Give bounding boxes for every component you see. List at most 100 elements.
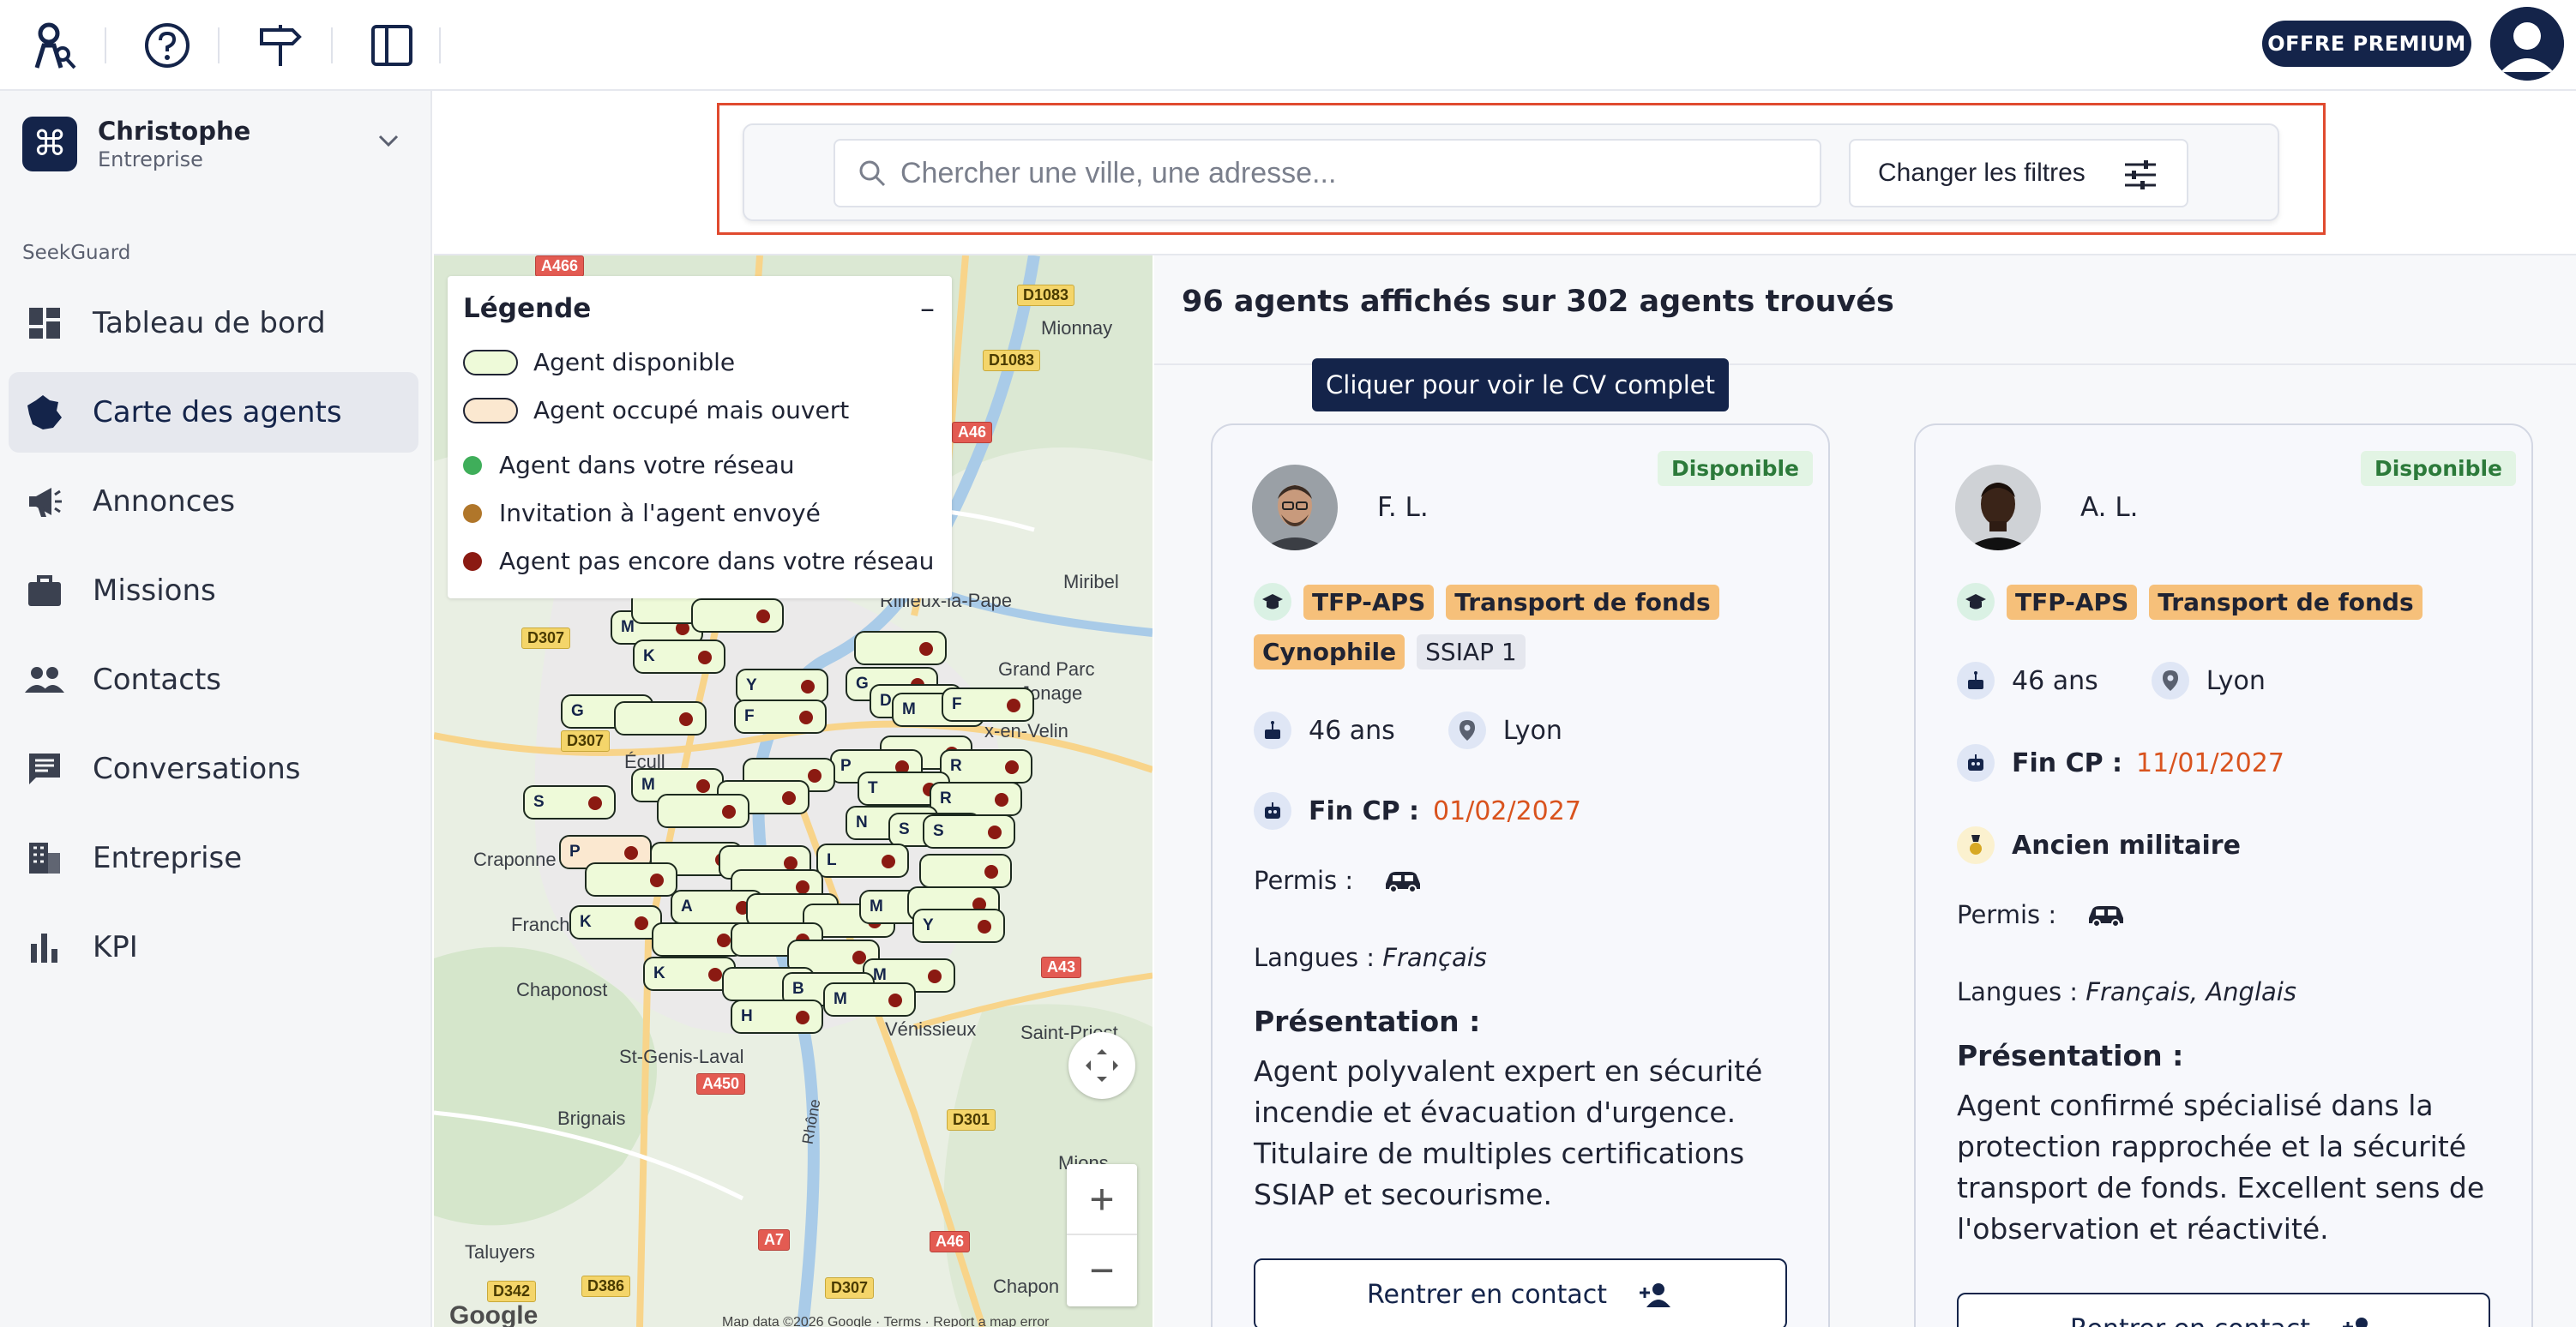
change-filters-button[interactable]: Changer les filtres (1849, 139, 2188, 207)
sidebar-item-contacts[interactable]: Contacts (9, 639, 418, 720)
sidebar-toggle-icon[interactable] (362, 15, 422, 75)
presentation-title: Présentation : (1957, 1039, 2184, 1072)
sidebar-item-kpi[interactable]: KPI (9, 907, 418, 988)
age-row: 46 ans Lyon (1957, 662, 2266, 700)
languages-value: Français, Anglais (2085, 977, 2296, 1006)
legend-item-in-network: Agent dans votre réseau (463, 451, 795, 479)
fullscreen-button[interactable] (1068, 1032, 1135, 1099)
location-pin-icon (2151, 662, 2189, 700)
contact-label: Rentrer en contact (2070, 1314, 2310, 1327)
contact-agent-button[interactable]: Rentrer en contact (1254, 1258, 1787, 1327)
agent-card[interactable]: A. L. Disponible TFP-APS Transport de fo… (1914, 423, 2533, 1327)
tag: Transport de fonds (2149, 584, 2423, 620)
agent-marker[interactable]: M (823, 982, 916, 1017)
road-label: A43 (1041, 957, 1082, 978)
sidebar-item-dashboard[interactable]: Tableau de bord (9, 283, 418, 363)
tag: SSIAP 1 (1417, 634, 1526, 670)
agent-marker[interactable]: H (731, 1000, 823, 1034)
tune-filters-icon (2125, 160, 2156, 189)
agent-marker[interactable]: Y (912, 909, 1005, 943)
agent-marker[interactable]: L (816, 844, 909, 878)
toolbar-divider (105, 27, 106, 63)
sidebar-item-label: Tableau de bord (93, 306, 326, 340)
agent-marker[interactable] (854, 631, 947, 665)
tag: TFP-APS (1303, 584, 1435, 620)
results-header: 96 agents affichés sur 302 agents trouvé… (1154, 255, 2576, 365)
car-icon (2089, 906, 2124, 927)
premium-offer-button[interactable]: OFFRE PREMIUM (2262, 21, 2471, 67)
legend-label: Agent disponible (533, 348, 736, 376)
agent-marker[interactable] (919, 854, 1012, 888)
legend-title: Légende (463, 293, 592, 324)
languages-label: Langues : (1957, 977, 2079, 1006)
road-label: D386 (581, 1276, 631, 1297)
agent-marker[interactable] (614, 701, 707, 736)
place-label: St-Genis-Laval (619, 1046, 744, 1067)
road-label: D307 (825, 1277, 875, 1299)
agent-card[interactable]: F. L. Disponible TFP-APS Transport de fo… (1211, 423, 1830, 1327)
org-name: Christophe (98, 117, 251, 146)
medal-icon (1957, 826, 1995, 864)
legend-label: Agent occupé mais ouvert (533, 396, 850, 424)
signpost-icon[interactable] (250, 15, 310, 75)
agent-marker[interactable]: K (569, 905, 662, 940)
map-attribution[interactable]: Map data ©2026 Google · Terms · Report a… (722, 1315, 1049, 1327)
bar-chart-icon (24, 927, 65, 968)
road-label: D307 (561, 730, 611, 752)
search-box[interactable] (834, 139, 1821, 207)
agent-age: 46 ans (1309, 715, 1395, 746)
fin-cp-row: Fin CP : 11/01/2027 (1957, 744, 2284, 782)
sidebar-item-conversations[interactable]: Conversations (9, 729, 418, 809)
languages-row: Langues : Français, Anglais (1957, 977, 2296, 1006)
chevron-down-icon[interactable] (377, 134, 400, 151)
place-label: Taluyers (465, 1241, 535, 1263)
zoom-out-button[interactable]: − (1067, 1235, 1137, 1306)
agent-marker[interactable]: Y (736, 669, 828, 703)
sidebar-item-label: Contacts (93, 663, 221, 697)
top-bar: OFFRE PREMIUM (0, 0, 2576, 91)
legend-label: Agent pas encore dans votre réseau (499, 547, 935, 575)
road-label: A466 (535, 255, 585, 277)
agent-key-logo-icon[interactable] (24, 15, 84, 75)
sidebar-item-label: Entreprise (93, 841, 243, 875)
agent-marker[interactable]: R (940, 749, 1032, 784)
user-avatar[interactable] (2490, 7, 2564, 81)
agent-marker[interactable] (657, 794, 749, 828)
red-dot-icon (463, 551, 482, 571)
legend-collapse-button[interactable]: – (920, 291, 935, 326)
place-label: Chapon (993, 1276, 1060, 1297)
tag: TFP-APS (2007, 584, 2138, 620)
robot-icon (1254, 792, 1291, 830)
presentation-text: Agent polyvalent expert en sécurité ince… (1254, 1054, 1763, 1211)
agent-marker[interactable] (691, 598, 784, 633)
busy-swatch (463, 397, 518, 423)
road-label: A46 (952, 422, 993, 443)
permis-row: Permis : (1254, 866, 1423, 895)
agent-marker[interactable] (585, 862, 677, 897)
results-panel: 96 agents affichés sur 302 agents trouvé… (1154, 255, 2576, 1327)
legend-item-invited: Invitation à l'agent envoyé (463, 499, 821, 527)
agent-marker[interactable]: F (942, 688, 1034, 722)
search-input[interactable] (900, 156, 1809, 190)
sidebar-item-company[interactable]: Entreprise (9, 818, 418, 898)
sidebar-item-missions[interactable]: Missions (9, 550, 418, 631)
results-count: 96 agents affichés sur 302 agents trouvé… (1182, 285, 1894, 319)
help-icon[interactable] (137, 15, 197, 75)
agent-marker[interactable]: S (523, 785, 616, 820)
agent-marker[interactable]: R (930, 782, 1022, 816)
agents-map[interactable]: A466 D1083 D1083 A46 D307 D307 A43 A450 … (434, 255, 1153, 1327)
agent-marker[interactable]: S (923, 814, 1015, 849)
sidebar-item-announcements[interactable]: Annonces (9, 461, 418, 542)
agent-marker[interactable]: F (734, 700, 827, 734)
sidebar-item-agents-map[interactable]: Carte des agents (9, 372, 418, 453)
building-icon (24, 838, 65, 879)
org-logo-icon: ⌘ (22, 117, 77, 171)
contact-agent-button[interactable]: Rentrer en contact (1957, 1293, 2490, 1327)
zoom-in-button[interactable]: + (1067, 1165, 1137, 1235)
cv-tooltip: Cliquer pour voir le CV complet (1312, 358, 1729, 411)
place-label: Miribel (1063, 571, 1119, 592)
agent-marker[interactable]: K (633, 639, 725, 674)
certification-tags: TFP-APS Transport de fonds Cynophile SSI… (1254, 583, 1803, 670)
status-badge: Disponible (2360, 451, 2516, 486)
place-label: Craponne (473, 849, 557, 870)
